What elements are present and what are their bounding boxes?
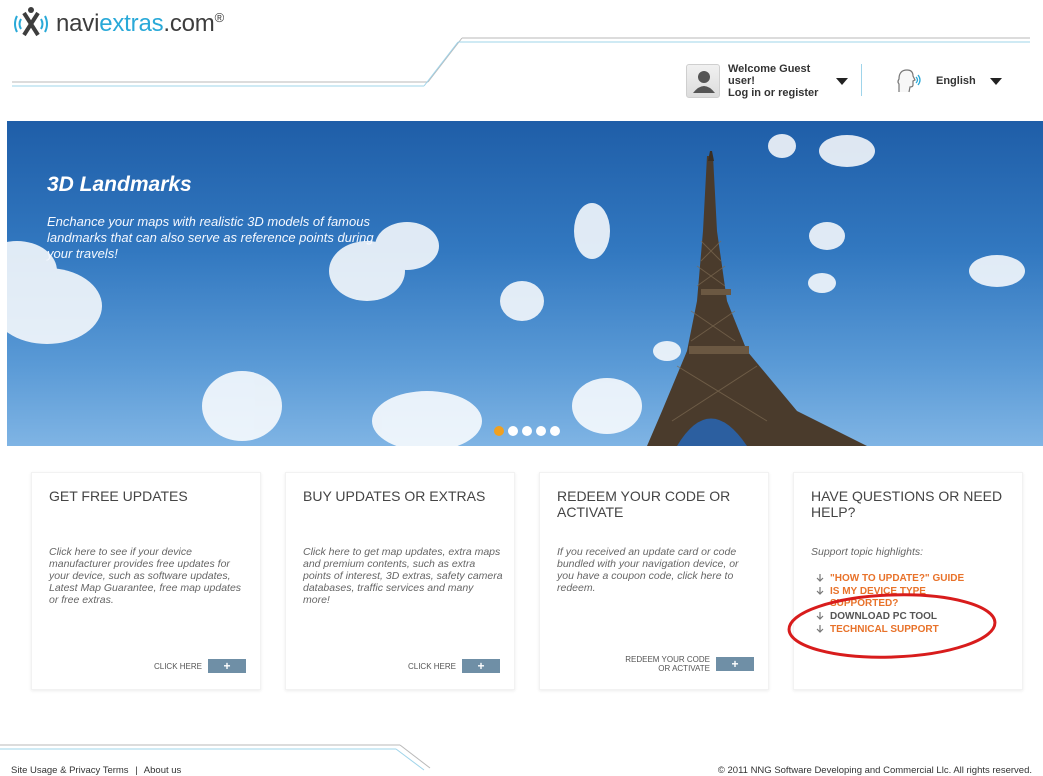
card-action-label: CLICK HERE bbox=[153, 661, 202, 671]
support-topics-list: "HOW TO UPDATE?" GUIDE IS MY DEVICE TYPE… bbox=[816, 573, 964, 637]
download-arrow-icon bbox=[816, 612, 824, 620]
slider-dot-2[interactable] bbox=[508, 426, 518, 436]
user-menu[interactable]: Welcome Guest user! Log in or register bbox=[686, 63, 828, 99]
footer-copyright: © 2011 NNG Software Developing and Comme… bbox=[717, 765, 1032, 776]
logo-text-accent: extras bbox=[99, 10, 164, 37]
hero-background-image bbox=[7, 134, 1025, 446]
logo-text-suffix: .com bbox=[163, 10, 215, 37]
user-menu-text: Welcome Guest user! Log in or register bbox=[728, 63, 828, 99]
card-buy-updates[interactable]: BUY UPDATES OR EXTRAS Click here to get … bbox=[285, 472, 515, 690]
download-arrow-icon bbox=[816, 574, 824, 582]
plus-icon[interactable]: + bbox=[716, 657, 754, 671]
slider-dot-1[interactable] bbox=[494, 426, 504, 436]
card-body: If you received an update card or code b… bbox=[557, 546, 739, 594]
card-title: BUY UPDATES OR EXTRAS bbox=[303, 488, 486, 504]
logo-registered-mark: ® bbox=[214, 10, 225, 25]
logo-text-main: navi bbox=[56, 10, 100, 37]
plus-icon[interactable]: + bbox=[462, 659, 500, 673]
technical-support-link[interactable]: TECHNICAL SUPPORT bbox=[830, 624, 939, 636]
list-item: TECHNICAL SUPPORT bbox=[816, 624, 964, 636]
redeem-code-button[interactable]: REDEEM YOUR CODE OR ACTIVATE + bbox=[615, 655, 754, 673]
eiffel-tower-shape bbox=[647, 151, 867, 446]
list-item: "HOW TO UPDATE?" GUIDE bbox=[816, 573, 964, 585]
list-item: DOWNLOAD PC TOOL bbox=[816, 611, 964, 623]
footer-links: Site Usage & Privacy Terms | About us bbox=[11, 765, 181, 776]
card-title: HAVE QUESTIONS OR NEED HELP? bbox=[811, 488, 1003, 520]
card-help: HAVE QUESTIONS OR NEED HELP? Support top… bbox=[793, 472, 1023, 690]
site-header: naviextras.com® Welcome Guest user! Log … bbox=[0, 0, 1043, 120]
header-divider bbox=[861, 64, 862, 96]
site-logo[interactable]: naviextras.com® bbox=[12, 6, 224, 42]
slider-pagination bbox=[494, 426, 560, 436]
download-arrow-icon bbox=[816, 587, 824, 595]
slider-dot-4[interactable] bbox=[536, 426, 546, 436]
slider-dot-5[interactable] bbox=[550, 426, 560, 436]
login-register-link[interactable]: Log in or register bbox=[728, 87, 828, 99]
user-silhouette-icon bbox=[686, 64, 720, 98]
card-title: GET FREE UPDATES bbox=[49, 488, 188, 504]
buy-updates-button[interactable]: CLICK HERE + bbox=[408, 659, 500, 673]
hero-title: 3D Landmarks bbox=[47, 173, 192, 196]
about-us-link[interactable]: About us bbox=[144, 765, 182, 776]
logo-wordmark: naviextras.com® bbox=[56, 10, 224, 38]
plus-icon[interactable]: + bbox=[208, 659, 246, 673]
privacy-terms-link[interactable]: Site Usage & Privacy Terms bbox=[11, 765, 129, 776]
get-free-updates-button[interactable]: CLICK HERE + bbox=[154, 659, 246, 673]
welcome-guest-text: Welcome Guest user! bbox=[728, 63, 811, 87]
card-body: Click here to see if your device manufac… bbox=[49, 546, 242, 606]
card-body: Support topic highlights: bbox=[811, 546, 924, 558]
hero-description: Enchance your maps with realistic 3D mod… bbox=[47, 214, 374, 261]
user-menu-chevron-down-icon[interactable] bbox=[836, 78, 848, 85]
language-chevron-down-icon[interactable] bbox=[990, 78, 1002, 85]
card-action-label: REDEEM YOUR CODE OR ACTIVATE bbox=[625, 655, 710, 673]
footer-separator: | bbox=[135, 765, 138, 776]
logo-satellite-icon bbox=[12, 6, 50, 42]
card-body: Click here to get map updates, extra map… bbox=[303, 546, 503, 606]
language-selector-label[interactable]: English bbox=[936, 75, 976, 87]
download-arrow-icon bbox=[816, 625, 824, 633]
list-item: IS MY DEVICE TYPE SUPPORTED? bbox=[816, 586, 964, 610]
how-to-update-guide-link[interactable]: "HOW TO UPDATE?" GUIDE bbox=[830, 573, 964, 585]
card-get-free-updates[interactable]: GET FREE UPDATES Click here to see if yo… bbox=[31, 472, 261, 690]
card-redeem-code[interactable]: REDEEM YOUR CODE OR ACTIVATE If you rece… bbox=[539, 472, 769, 690]
device-supported-link[interactable]: IS MY DEVICE TYPE SUPPORTED? bbox=[830, 586, 960, 610]
card-title: REDEEM YOUR CODE OR ACTIVATE bbox=[557, 488, 731, 520]
hero-banner[interactable]: 3D Landmarks Enchance your maps with rea… bbox=[7, 121, 1043, 446]
slider-dot-3[interactable] bbox=[522, 426, 532, 436]
download-pc-tool-link[interactable]: DOWNLOAD PC TOOL bbox=[830, 611, 937, 623]
card-action-label: CLICK HERE bbox=[407, 661, 456, 671]
speaking-head-icon[interactable] bbox=[893, 66, 923, 96]
